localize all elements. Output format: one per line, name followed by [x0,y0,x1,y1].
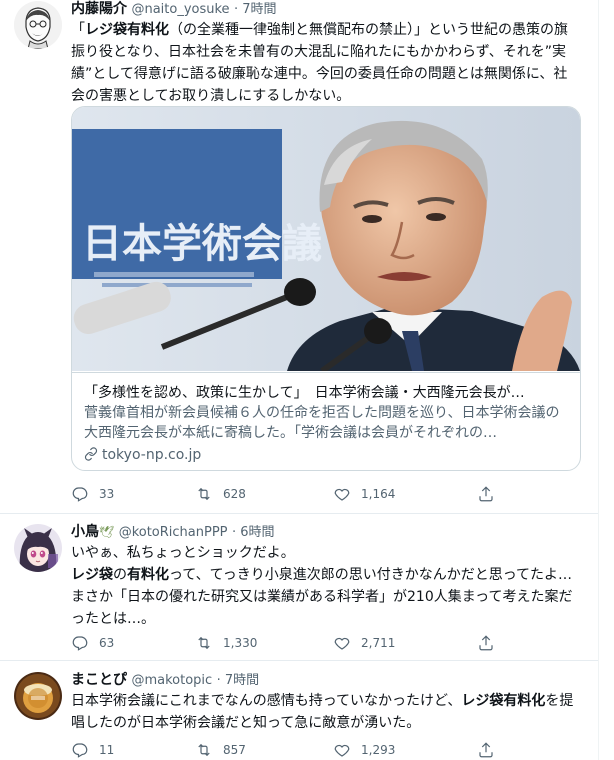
reply-count: 11 [99,743,115,757]
retweet-count: 628 [223,487,246,501]
tweet-kotori[interactable]: 小鳥🕊 @kotoRichanPPP · 6時間 いやぁ、私ちょっとショックだよ… [0,514,598,660]
reply-icon [72,743,88,758]
avatar[interactable] [14,672,62,720]
share-button[interactable] [477,633,505,653]
card-text-block: 「多様性を認め、政策に生かして」 日本学術会議・大西隆元会長が… 菅義偉首相が新… [72,372,580,470]
heart-icon [334,744,350,757]
reply-count: 63 [99,636,115,650]
sign-text: 日本学術会議 [82,221,322,267]
tweet-text: いやぁ、私ちょっとショックだよ。 レジ袋の有料化って、てっきり小泉進次郎の思い付… [71,542,581,630]
reply-icon [72,487,88,502]
avatar[interactable] [14,524,62,572]
retweet-icon [198,743,210,757]
share-icon [479,486,493,502]
display-name[interactable]: 内藤陽介 [71,1,127,17]
retweet-icon [198,487,210,501]
text-segment: 日本学術会議にこれまでなんの感情も持っていなかったけど、 [71,693,462,709]
timestamp[interactable]: · 6時間 [232,525,275,540]
timeline-right-border [598,0,599,760]
text-segment-bold: 有料化 [127,567,169,583]
reply-count: 33 [99,487,115,501]
tweet-naito[interactable]: 内藤陽介 @naito_yosuke · 7時間 「レジ袋有料化（の全業種一律強… [0,0,598,512]
reply-button[interactable]: 63 [71,633,114,653]
share-icon [479,635,493,651]
card-domain[interactable]: tokyo-np.co.jp [84,445,568,465]
text-segment: の [113,567,127,583]
heart-icon [334,637,350,650]
retweet-button[interactable]: 1,330 [195,633,257,653]
link-preview-card[interactable]: 日本学術会議 「多様性を認め、政策に生かして」 日本学術会議・大西隆元会長が… … [71,106,581,471]
handle[interactable]: @kotoRichanPPP [119,525,228,540]
text-segment-bold: レジ袋有料化 [85,22,169,38]
retweet-button[interactable]: 628 [195,484,246,504]
dove-emoji: 🕊 [99,525,115,539]
handle[interactable]: @naito_yosuke [131,2,229,17]
card-title[interactable]: 「多様性を認め、政策に生かして」 日本学術会議・大西隆元会長が… [84,383,568,403]
share-icon [479,742,493,758]
like-count: 1,164 [361,487,396,501]
like-button[interactable]: 1,293 [333,740,395,760]
like-button[interactable]: 1,164 [333,484,395,504]
handle[interactable]: @makotopic [131,673,212,688]
retweet-button[interactable]: 857 [195,740,246,760]
card-image: 日本学術会議 [72,107,580,374]
reply-button[interactable]: 33 [71,484,114,504]
card-description: 菅義偉首相が新会員候補６人の任命を拒否した問題を巡り、日本学術会議の大西隆元会長… [84,405,560,441]
text-line: いやぁ、私ちょっとショックだよ。 [71,545,295,561]
retweet-count: 1,330 [223,636,258,650]
like-count: 2,711 [361,636,396,650]
tweet-actions: 33 628 1,164 [71,484,511,504]
text-segment-bold: レジ袋 [71,567,113,583]
like-count: 1,293 [361,743,396,757]
heart-icon [334,488,350,501]
display-name[interactable]: 小鳥 [71,524,99,540]
tweet-header: 内藤陽介 @naito_yosuke · 7時間 [71,0,277,19]
like-button[interactable]: 2,711 [333,633,395,653]
tweet-makotopic[interactable]: まことぴ @makotopic · 7時間 日本学術会議にこれまでなんの感情も持… [0,661,598,760]
text-segment-bold: レジ袋有料化 [461,693,546,709]
display-name[interactable]: まことぴ [71,672,127,688]
reply-button[interactable]: 11 [71,740,114,760]
share-button[interactable] [477,484,505,504]
avatar[interactable] [14,1,62,49]
tweet-actions: 63 1,330 2,711 [71,633,511,653]
tweet-header: まことぴ @makotopic · 7時間 [71,670,259,690]
tweet-text: 日本学術会議にこれまでなんの感情も持っていなかったけど、レジ袋有料化を提唱したの… [71,690,581,734]
text-segment: 「 [71,22,85,38]
retweet-count: 857 [223,743,246,757]
tweet-header: 小鳥🕊 @kotoRichanPPP · 6時間 [71,522,275,542]
card-domain-text: tokyo-np.co.jp [102,447,202,463]
share-button[interactable] [477,740,505,760]
reply-icon [72,636,88,651]
timestamp[interactable]: · 7時間 [234,2,277,17]
tweet-text: 「レジ袋有料化（の全業種一律強制と無償配布の禁止）」という世紀の愚策の旗振り役と… [71,19,581,107]
tweet-actions: 11 857 1,293 [71,740,511,760]
retweet-icon [198,636,210,650]
link-icon [84,447,98,461]
timestamp[interactable]: · 7時間 [217,673,260,688]
